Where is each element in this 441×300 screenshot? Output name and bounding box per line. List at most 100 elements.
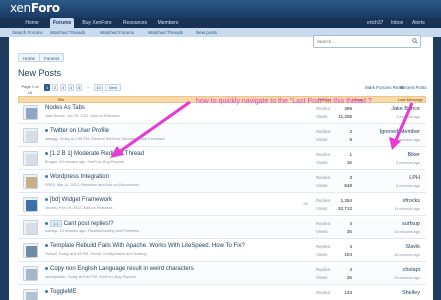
avatar-image (26, 292, 37, 300)
last-post-user-link[interactable]: Jake Bunce (391, 106, 420, 112)
last-post-user-link[interactable]: chulapi (403, 267, 420, 273)
thread-title-line[interactable]: ToggleME (45, 289, 77, 295)
last-post-time-link[interactable]: 15 minutes ago (394, 230, 420, 234)
logo-text: xen (10, 1, 31, 15)
inbox-link[interactable]: Inbox (391, 18, 403, 28)
thread-starter-avatar[interactable] (23, 105, 38, 120)
alerts-link[interactable]: Alerts (412, 18, 425, 28)
unread-indicator-icon[interactable] (45, 289, 48, 293)
thread-starter-avatar[interactable] (23, 174, 38, 189)
thread-starter-avatar[interactable] (23, 220, 38, 235)
last-post-user-link[interactable]: surfsup (402, 221, 420, 227)
tab-members[interactable]: Members (153, 18, 183, 28)
search-box[interactable] (313, 35, 421, 48)
tab-home[interactable]: Home (20, 18, 44, 28)
page-4-link[interactable]: 4 (68, 84, 74, 91)
thread-title-link[interactable]: Copy non English Language result in weir… (50, 266, 194, 272)
last-post-time-link[interactable]: 19 minutes ago (394, 276, 420, 280)
page-10-link[interactable]: 10 (94, 84, 103, 91)
last-post-time-link[interactable]: 4 minutes ago (396, 138, 420, 142)
subnav-watched-forums[interactable]: Watched Forums (100, 28, 134, 37)
thread-starter-avatar[interactable] (23, 243, 38, 258)
unread-indicator-icon[interactable] (45, 151, 48, 155)
avatar-image (26, 269, 37, 280)
unread-indicator-icon[interactable] (45, 197, 48, 201)
last-post-user-link[interactable]: Biker (407, 152, 420, 158)
subnav-watched-threads-2[interactable]: Watched Threads (148, 28, 183, 37)
next-page-link[interactable]: Next (105, 84, 121, 91)
thread-prefix[interactable]: 1.1 (50, 220, 62, 227)
thread-title-line[interactable]: [bd] Widget Framework (45, 197, 112, 203)
thread-row[interactable]: 1.1 Cant post replies!? surfsup, 24 minute… (18, 218, 426, 239)
last-post-time-link[interactable]: 3 minutes ago (396, 115, 420, 119)
thread-title-line[interactable]: Nodes As Tabs (45, 105, 85, 111)
search-icon[interactable] (412, 38, 418, 44)
tab-forums[interactable]: Forums (50, 18, 74, 28)
unread-indicator-icon[interactable] (45, 266, 48, 270)
thread-row[interactable]: Wordpress Integration FRE0, Mar 11, 2013,… (18, 172, 426, 193)
views-count: 32,713 (337, 206, 352, 211)
recent-posts-link[interactable]: Recent Posts (400, 85, 427, 90)
last-post-user-link[interactable]: Slavik (405, 244, 420, 250)
thread-title-link[interactable]: Cant post replies!? (64, 221, 114, 227)
last-post-time-link[interactable]: 6 minutes ago (396, 184, 420, 188)
unread-indicator-icon[interactable] (45, 243, 48, 247)
thread-starter-avatar[interactable] (23, 289, 38, 300)
thread-row[interactable]: [1.2 B 1] Moderate Redirect Thread Brogan… (18, 149, 426, 170)
thread-row[interactable]: Template Rebuild Fails With Apache. Work… (18, 241, 426, 262)
thread-starter-avatar[interactable] (23, 197, 38, 212)
thread-starter-avatar[interactable] (23, 128, 38, 143)
mark-forums-read-link[interactable]: Mark Forums Read (365, 85, 404, 90)
thread-title-link[interactable]: [1.2 B 1] Moderate Redirect Thread (50, 151, 144, 157)
thread-starter-avatar[interactable] (23, 266, 38, 281)
thread-title-link[interactable]: [bd] Widget Framework (50, 197, 112, 203)
thread-title-link[interactable]: ToggleME (50, 289, 77, 295)
thread-row[interactable]: [bd] Widget Framework xfrocks, Feb 29, 20… (18, 195, 426, 216)
page-5-link[interactable]: 5 (76, 84, 82, 91)
thread-title-line[interactable]: Template Rebuild Fails With Apache. Work… (45, 243, 245, 249)
views-count: 26 (346, 275, 352, 280)
thread-row[interactable]: Twitter on User Profile aasagg, Today at … (18, 126, 426, 147)
tab-buy-xenforo[interactable]: Buy XenForo (79, 18, 115, 28)
thread-title-link[interactable]: Nodes As Tabs (45, 105, 85, 111)
avatar-image (26, 200, 37, 211)
thread-title-link[interactable]: Twitter on User Profile (50, 128, 109, 134)
page-2-link[interactable]: 2 (52, 84, 58, 91)
thread-title-line[interactable]: [1.2 B 1] Moderate Redirect Thread (45, 151, 144, 157)
user-menu[interactable]: erich37 (367, 18, 383, 28)
xenforo-logo[interactable]: xenForo (10, 1, 60, 15)
tab-resources[interactable]: Resources (119, 18, 151, 28)
last-post-user-link[interactable]: LPH (409, 175, 420, 181)
thread-row[interactable]: Nodes As Tabs Jake Bunce, Jun 28, 2011, A… (18, 103, 426, 124)
subnav-new-posts[interactable]: New posts (196, 28, 217, 37)
last-post-user-link[interactable]: xfrocks (403, 198, 420, 204)
subnav-watched-threads[interactable]: Watched Threads (50, 28, 85, 37)
replies-count: 2 (349, 129, 352, 134)
breadcrumb-home[interactable]: Home (18, 53, 41, 62)
thread-row[interactable]: Copy non English Language result in weir… (18, 264, 426, 285)
unread-indicator-icon[interactable] (45, 222, 48, 225)
thread-title-line[interactable]: Twitter on User Profile (45, 128, 109, 134)
last-post-time-link[interactable]: 16 minutes ago (394, 253, 420, 257)
last-post-user-link[interactable]: Ignored Member (380, 129, 420, 135)
last-post-user-link[interactable]: Shelley (402, 290, 420, 296)
page-1-link[interactable]: 1 (44, 84, 50, 91)
thread-title-line[interactable]: Wordpress Integration (45, 174, 109, 180)
thread-starter-avatar[interactable] (23, 151, 38, 166)
thread-title-line[interactable]: 1.1 Cant post replies!? (45, 220, 114, 227)
last-post-time-link[interactable]: 5 minutes ago (396, 161, 420, 165)
thread-title-link[interactable]: Wordpress Integration (50, 174, 109, 180)
unread-indicator-icon[interactable] (45, 128, 48, 132)
page-jump-arrow[interactable]: → (84, 84, 92, 91)
thread-title-line[interactable]: Copy non English Language result in weir… (45, 266, 194, 272)
subnav-search-forums[interactable]: Search Forums (12, 28, 43, 37)
thread-title-link[interactable]: Template Rebuild Fails With Apache. Work… (50, 243, 245, 249)
unread-indicator-icon[interactable] (45, 174, 48, 178)
thread-page-count-badge[interactable]: 69 (304, 201, 308, 206)
page-3-link[interactable]: 3 (60, 84, 66, 91)
breadcrumb-forums[interactable]: Forums (39, 53, 65, 62)
last-post-time-link[interactable]: 11 minutes ago (394, 207, 420, 211)
search-input[interactable] (314, 36, 408, 47)
main-content: Home Forums New Posts Page 1 of 10 1 2 3… (9, 37, 433, 300)
thread-row[interactable]: ToggleME Replies: 133 Shelley (18, 287, 426, 300)
